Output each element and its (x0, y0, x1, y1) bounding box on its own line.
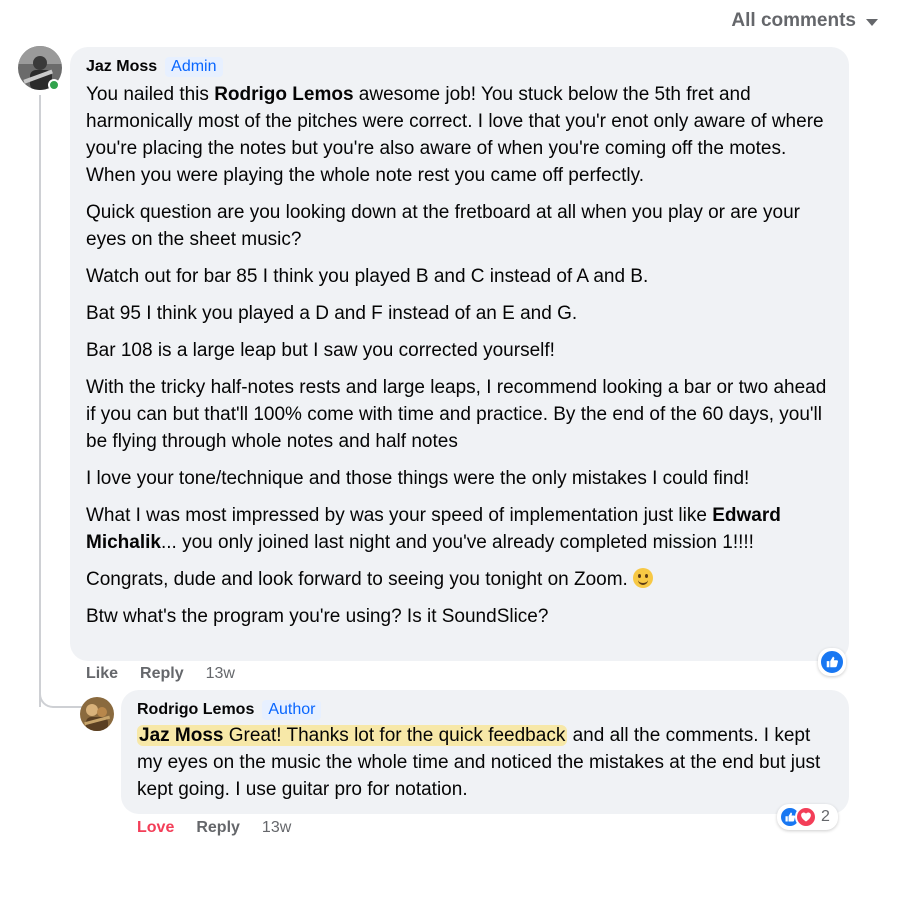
caret-down-icon (866, 19, 878, 26)
reply-paragraph: Jaz Moss Great! Thanks lot for the quick… (137, 725, 821, 800)
comment-paragraph: I love your tone/technique and those thi… (86, 468, 750, 489)
comment-timestamp[interactable]: 13w (206, 665, 235, 683)
comment-paragraph: Btw what's the program you're using? Is … (86, 606, 549, 627)
comment-paragraph: Bat 95 I think you played a D and F inst… (86, 303, 578, 324)
comment-author-name[interactable]: Jaz Moss (86, 58, 157, 76)
reply-bubble: Rodrigo Lemos Author Jaz Moss Great! Tha… (121, 690, 849, 814)
filter-label: All comments (731, 10, 856, 31)
reply-body: Jaz Moss Great! Thanks lot for the quick… (137, 722, 833, 803)
all-comments-filter[interactable]: All comments (731, 10, 878, 32)
like-button[interactable]: Like (86, 665, 118, 683)
avatar-rodrigo-lemos[interactable] (80, 697, 114, 731)
mention-rodrigo-lemos[interactable]: Rodrigo Lemos (214, 84, 353, 105)
reply-author-name[interactable]: Rodrigo Lemos (137, 701, 254, 719)
author-badge: Author (262, 700, 322, 720)
comment-paragraph: Quick question are you looking down at t… (86, 202, 800, 250)
comment-paragraph: Watch out for bar 85 I think you played … (86, 266, 649, 287)
comment-actions: Like Reply 13w (86, 665, 235, 683)
comment-body: You nailed this Rodrigo Lemos awesome jo… (86, 81, 833, 630)
comment-paragraph: Congrats, dude and look forward to seein… (86, 566, 833, 593)
comment-reactions[interactable] (818, 648, 846, 676)
reaction-count: 2 (821, 808, 830, 825)
comment-paragraph: You nailed this Rodrigo Lemos awesome jo… (86, 84, 824, 186)
admin-badge: Admin (165, 57, 223, 77)
comment-paragraph: What I was most impressed by was your sp… (86, 505, 781, 553)
online-status-indicator (48, 79, 60, 91)
reply-timestamp[interactable]: 13w (262, 819, 291, 837)
comment-paragraph: With the tricky half-notes rests and lar… (86, 377, 827, 452)
love-reaction-icon (795, 806, 817, 828)
thread-branch (39, 690, 84, 708)
reply-button[interactable]: Reply (140, 665, 184, 683)
thread-line (39, 95, 41, 707)
highlighted-text: Jaz Moss Great! Thanks lot for the quick… (137, 725, 568, 746)
comment-paragraph: Bar 108 is a large leap but I saw you co… (86, 340, 555, 361)
smiling-emoji-icon (633, 568, 654, 588)
reply-button[interactable]: Reply (196, 819, 240, 837)
like-reaction-icon (819, 649, 845, 675)
comment-bubble: Jaz Moss Admin You nailed this Rodrigo L… (70, 47, 849, 661)
mention-jaz-moss[interactable]: Jaz Moss (139, 725, 223, 746)
love-button[interactable]: Love (137, 819, 174, 837)
reply-reactions[interactable]: 2 (777, 804, 838, 830)
reply-actions: Love Reply 13w (137, 819, 291, 837)
